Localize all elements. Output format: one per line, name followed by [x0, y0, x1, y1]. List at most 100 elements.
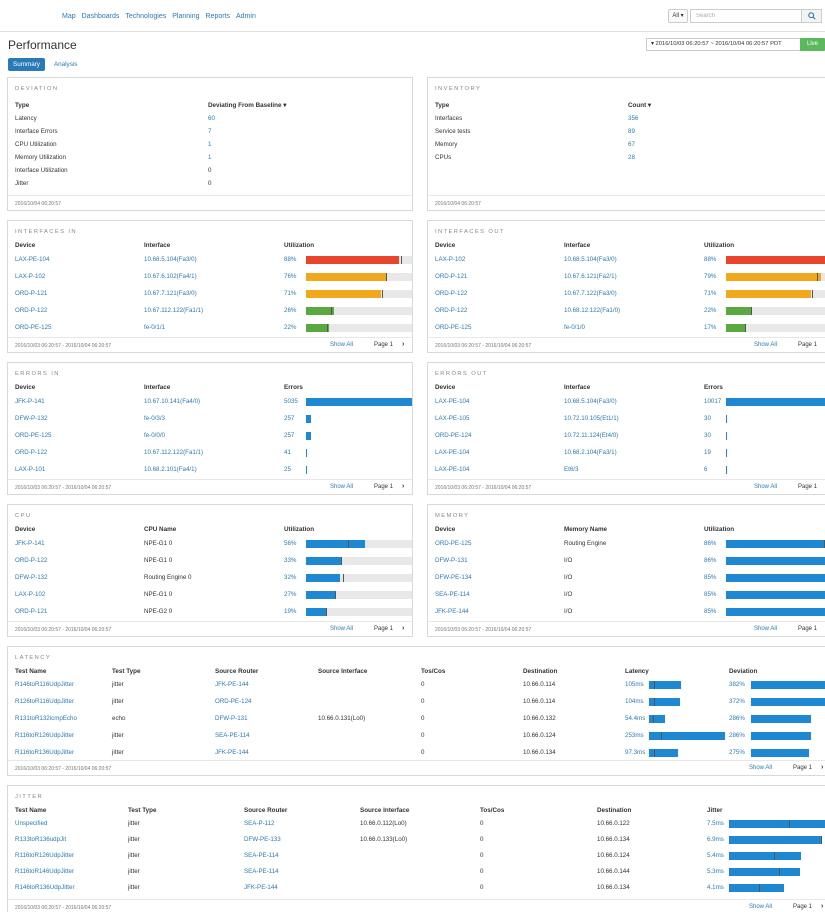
- latency-next-page-icon[interactable]: ›: [821, 764, 823, 771]
- errors_out-row-name[interactable]: 10.72.10.105(Et1/1): [564, 415, 619, 422]
- nav-admin[interactable]: Admin: [236, 13, 256, 20]
- latency-row-deviation[interactable]: 286%: [729, 732, 745, 739]
- latency-show-all-link[interactable]: Show All: [749, 765, 772, 771]
- errors_in-row-name[interactable]: 10.67.10.141(Fa4/0): [144, 398, 200, 405]
- errors_out-row-value[interactable]: 30: [704, 432, 711, 439]
- cpu-row-device[interactable]: LAX-P-102: [15, 591, 45, 598]
- cpu-row-device[interactable]: JFK-P-141: [15, 540, 45, 547]
- interfaces_in-show-all-link[interactable]: Show All: [330, 342, 353, 348]
- latency-row-router[interactable]: DFW-P-131: [215, 715, 248, 722]
- interfaces_in-next-page-icon[interactable]: ›: [402, 341, 404, 348]
- interfaces_out-row-value[interactable]: 22%: [704, 307, 716, 314]
- jitter-row-value[interactable]: 7.5ms: [707, 820, 724, 827]
- errors_out-show-all-link[interactable]: Show All: [754, 484, 777, 490]
- latency-row-router[interactable]: JFK-PE-144: [215, 681, 249, 688]
- interfaces_out-row-device[interactable]: LAX-P-102: [435, 256, 465, 263]
- memory-row-device[interactable]: SEA-PE-114: [435, 591, 470, 598]
- latency-row-router[interactable]: JFK-PE-144: [215, 749, 249, 756]
- inventory-row-value[interactable]: 28: [628, 154, 635, 161]
- nav-dashboards[interactable]: Dashboards: [82, 13, 120, 20]
- deviation-row-value[interactable]: 60: [208, 115, 215, 122]
- errors_out-row-value[interactable]: 19: [704, 449, 711, 456]
- jitter-row-name[interactable]: Unspecified: [15, 820, 47, 827]
- live-button[interactable]: Live: [800, 38, 825, 51]
- jitter-row-router[interactable]: SEA-P-112: [244, 820, 275, 827]
- errors_in-row-name[interactable]: fe-0/3/3: [144, 415, 165, 422]
- interfaces_in-row-device[interactable]: LAX-PE-104: [15, 256, 49, 263]
- nav-planning[interactable]: Planning: [172, 13, 199, 20]
- interfaces_in-row-name[interactable]: 10.67.112.122(Fa1/1): [144, 307, 203, 314]
- interfaces_in-row-value[interactable]: 88%: [284, 256, 296, 263]
- memory-row-value[interactable]: 86%: [704, 540, 716, 547]
- jitter-row-value[interactable]: 5.3ms: [707, 868, 724, 875]
- memory-row-value[interactable]: 85%: [704, 608, 716, 615]
- jitter-next-page-icon[interactable]: ›: [821, 903, 823, 910]
- latency-row-deviation[interactable]: 382%: [729, 681, 745, 688]
- jitter-row-value[interactable]: 6.9ms: [707, 836, 724, 843]
- cpu-row-device[interactable]: ORD-P-122: [15, 557, 47, 564]
- interfaces_out-row-name[interactable]: 10.67.7.122(Fa3/0): [564, 290, 617, 297]
- errors_out-row-value[interactable]: 30: [704, 415, 711, 422]
- errors_out-row-value[interactable]: 6: [704, 466, 707, 473]
- interfaces_in-row-value[interactable]: 71%: [284, 290, 296, 297]
- interfaces_in-row-device[interactable]: ORD-PE-125: [15, 324, 51, 331]
- inventory-header-value[interactable]: Count ▾: [628, 102, 651, 109]
- interfaces_out-row-value[interactable]: 88%: [704, 256, 716, 263]
- errors_in-row-device[interactable]: LAX-P-101: [15, 466, 45, 473]
- errors_in-show-all-link[interactable]: Show All: [330, 484, 353, 490]
- errors_out-row-name[interactable]: 10.68.5.104(Fa3/0): [564, 398, 617, 405]
- interfaces_out-row-value[interactable]: 79%: [704, 273, 716, 280]
- errors_in-row-name[interactable]: fe-0/0/0: [144, 432, 165, 439]
- latency-row-router[interactable]: SEA-PE-114: [215, 732, 250, 739]
- memory-row-value[interactable]: 86%: [704, 557, 716, 564]
- cpu-row-value[interactable]: 32%: [284, 574, 296, 581]
- latency-row-deviation[interactable]: 286%: [729, 715, 745, 722]
- jitter-row-router[interactable]: DFW-PE-133: [244, 836, 281, 843]
- jitter-row-router[interactable]: SEA-PE-114: [244, 868, 279, 875]
- inventory-row-value[interactable]: 356: [628, 115, 638, 122]
- latency-row-value[interactable]: 104ms: [625, 698, 644, 705]
- jitter-row-router[interactable]: SEA-PE-114: [244, 852, 279, 859]
- errors_out-row-device[interactable]: LAX-PE-104: [435, 398, 469, 405]
- interfaces_in-row-value[interactable]: 26%: [284, 307, 296, 314]
- interfaces_in-row-value[interactable]: 22%: [284, 324, 296, 331]
- memory-row-device[interactable]: DFW-P-131: [435, 557, 468, 564]
- cpu-row-value[interactable]: 19%: [284, 608, 296, 615]
- nav-reports[interactable]: Reports: [206, 13, 231, 20]
- time-range-selector[interactable]: ▾ 2016/10/03 06:20:57 ~ 2016/10/04 06:20…: [646, 38, 816, 51]
- errors_in-row-value[interactable]: 5035: [284, 398, 298, 405]
- latency-row-router[interactable]: ORD-PE-124: [215, 698, 251, 705]
- deviation-row-value[interactable]: 1: [208, 141, 211, 148]
- memory-row-value[interactable]: 85%: [704, 591, 716, 598]
- memory-row-device[interactable]: JFK-PE-144: [435, 608, 469, 615]
- interfaces_out-row-name[interactable]: fe-0/1/0: [564, 324, 585, 331]
- interfaces_in-row-name[interactable]: 10.68.5.104(Fa3/0): [144, 256, 197, 263]
- interfaces_out-show-all-link[interactable]: Show All: [754, 342, 777, 348]
- search-input[interactable]: [690, 9, 802, 23]
- errors_in-row-name[interactable]: 10.67.112.122(Fa1/1): [144, 449, 203, 456]
- errors_in-row-device[interactable]: ORD-PE-125: [15, 432, 51, 439]
- errors_out-row-name[interactable]: 10.68.2.104(Fa3/1): [564, 449, 617, 456]
- errors_out-row-device[interactable]: ORD-PE-124: [435, 432, 471, 439]
- search-scope-dropdown[interactable]: All ▾: [668, 9, 688, 23]
- memory-show-all-link[interactable]: Show All: [754, 626, 777, 632]
- errors_in-row-value[interactable]: 257: [284, 432, 294, 439]
- errors_in-row-value[interactable]: 41: [284, 449, 291, 456]
- interfaces_in-row-name[interactable]: fe-0/1/1: [144, 324, 165, 331]
- jitter-row-name[interactable]: R116toR146UdpJitter: [15, 868, 74, 875]
- deviation-row-value[interactable]: 7: [208, 128, 211, 135]
- cpu-row-value[interactable]: 56%: [284, 540, 296, 547]
- errors_in-row-name[interactable]: 10.68.2.101(Fa4/1): [144, 466, 197, 473]
- errors_out-row-name[interactable]: 10.72.11.124(Et4/0): [564, 432, 618, 439]
- errors_in-row-device[interactable]: ORD-P-122: [15, 449, 47, 456]
- interfaces_in-row-value[interactable]: 76%: [284, 273, 296, 280]
- search-button[interactable]: [802, 9, 822, 23]
- jitter-row-router[interactable]: JFK-PE-144: [244, 884, 278, 891]
- jitter-show-all-link[interactable]: Show All: [749, 904, 772, 910]
- memory-row-device[interactable]: ORD-PE-125: [435, 540, 471, 547]
- errors_out-row-device[interactable]: LAX-PE-104: [435, 466, 469, 473]
- cpu-row-device[interactable]: DFW-P-132: [15, 574, 48, 581]
- interfaces_out-row-value[interactable]: 17%: [704, 324, 716, 331]
- interfaces_out-row-device[interactable]: ORD-P-122: [435, 290, 467, 297]
- memory-row-device[interactable]: DFW-PE-134: [435, 574, 472, 581]
